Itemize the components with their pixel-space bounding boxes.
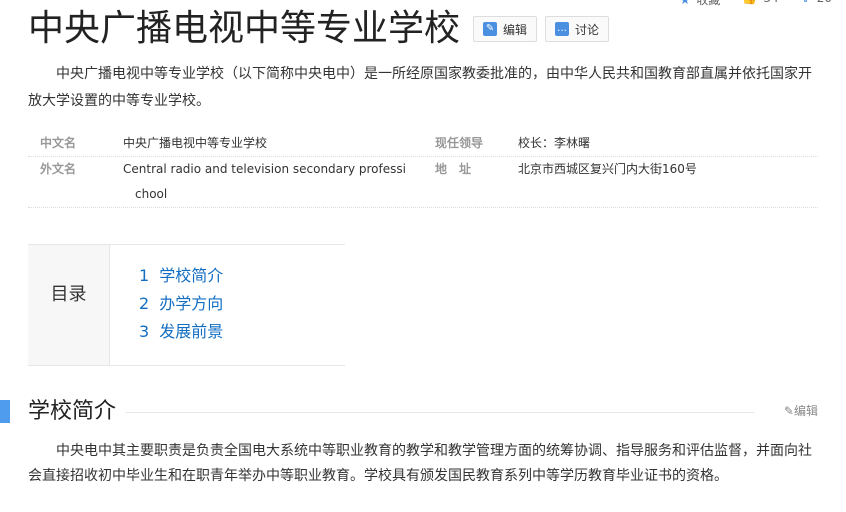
basic-info-value: 中央广播电视中等专业学校	[123, 136, 268, 150]
page-title: 中央广播电视中等专业学校	[28, 8, 461, 49]
section-divider	[120, 412, 754, 413]
pencil-icon: ✎	[483, 22, 498, 36]
section-paragraph: 中央电中其主要职责是负责全国电大系统中等职业教育的教学和教学管理方面的统筹协调、…	[28, 443, 812, 484]
share-icon: ⇪	[801, 0, 811, 5]
summary-paragraph: 中央广播电视中等专业学校（以下简称中央电中）是一所经原国家教委批准的，由中华人民…	[28, 66, 812, 109]
basic-info-table: 中文名 中央广播电视中等专业学校 现任领导 校长：李林曙 外文名 Central…	[28, 131, 818, 208]
comment-icon: …	[555, 22, 570, 36]
basic-info-row: 中文名 中央广播电视中等专业学校 现任领导 校长：李林曙	[28, 131, 818, 157]
discuss-button-label: 讨论	[575, 22, 600, 37]
table-of-contents: 目录 1 学校简介 2 办学方向 3 发展前景	[28, 244, 345, 366]
toc-heading: 目录	[28, 245, 110, 365]
share-button[interactable]: ⇪20	[801, 0, 832, 8]
star-icon: ★	[679, 0, 691, 7]
basic-info-value: 校长：李林曙	[518, 136, 591, 150]
toc-item[interactable]: 2 办学方向	[139, 290, 223, 318]
edit-button[interactable]: ✎ 编辑	[473, 16, 538, 42]
basic-info-row: 外文名 Central radio and television seconda…	[28, 157, 818, 182]
edit-button-label: 编辑	[503, 22, 528, 37]
top-actions: ★收藏 👍34 ⇪20	[680, 0, 832, 8]
basic-info-row: chool	[28, 182, 818, 208]
basic-info-key: 现任领导	[435, 136, 484, 150]
thumbs-up-icon: 👍	[742, 0, 757, 5]
toc-item[interactable]: 1 学校简介	[139, 262, 223, 290]
discuss-button[interactable]: … 讨论	[545, 16, 610, 42]
basic-info-key: 中文名	[40, 136, 77, 150]
pencil-icon: ✎	[783, 404, 794, 418]
title-row: 中央广播电视中等专业学校 ✎ 编辑 … 讨论	[28, 6, 610, 52]
basic-info-value: 北京市西城区复兴门内大街160号	[518, 162, 697, 176]
section-edit-button[interactable]: ✎编辑	[784, 402, 818, 419]
section-accent-bar	[0, 400, 10, 423]
toc-list: 1 学校简介 2 办学方向 3 发展前景	[110, 245, 223, 365]
toc-item[interactable]: 3 发展前景	[139, 318, 223, 346]
basic-info-key: 地 址	[435, 162, 472, 176]
section-title: 学校简介	[28, 397, 127, 427]
basic-info-value: Central radio and television secondary p…	[123, 162, 405, 176]
basic-info-value: chool	[135, 187, 168, 201]
collect-button[interactable]: ★ 收藏	[680, 0, 721, 8]
like-button[interactable]: 👍34	[742, 0, 778, 8]
basic-info-key: 外文名	[40, 162, 77, 176]
